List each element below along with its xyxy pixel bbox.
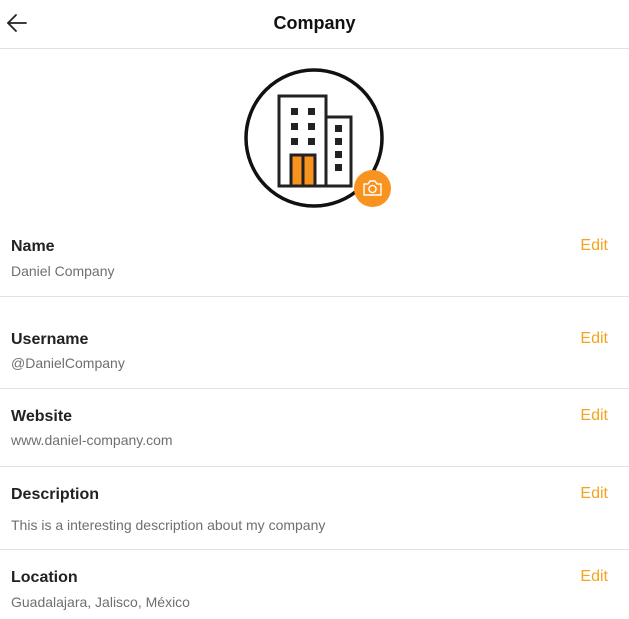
divider: [0, 549, 629, 550]
divider: [0, 466, 629, 467]
top-bar: Company: [0, 0, 629, 49]
edit-website-button[interactable]: Edit: [580, 407, 608, 425]
field-value: www.daniel-company.com: [11, 432, 173, 448]
field-label: Website: [11, 408, 73, 425]
field-label: Username: [11, 331, 89, 348]
field-label: Description: [11, 486, 100, 503]
divider: [0, 388, 629, 389]
field-value: Daniel Company: [11, 263, 115, 279]
field-value: This is a interesting description about …: [11, 517, 326, 533]
change-photo-button[interactable]: [354, 170, 391, 207]
edit-description-button[interactable]: Edit: [580, 485, 608, 503]
field-value: Guadalajara, Jalisco, México: [11, 594, 190, 610]
field-label: Location: [11, 569, 78, 586]
field-value: @DanielCompany: [11, 355, 125, 371]
camera-icon: [363, 180, 382, 196]
page-title: Company: [273, 13, 356, 33]
edit-location-button[interactable]: Edit: [580, 568, 608, 586]
divider: [0, 296, 629, 297]
company-avatar: [244, 68, 392, 213]
edit-username-button[interactable]: Edit: [580, 330, 608, 348]
edit-name-button[interactable]: Edit: [580, 237, 608, 255]
field-label: Name: [11, 238, 55, 255]
